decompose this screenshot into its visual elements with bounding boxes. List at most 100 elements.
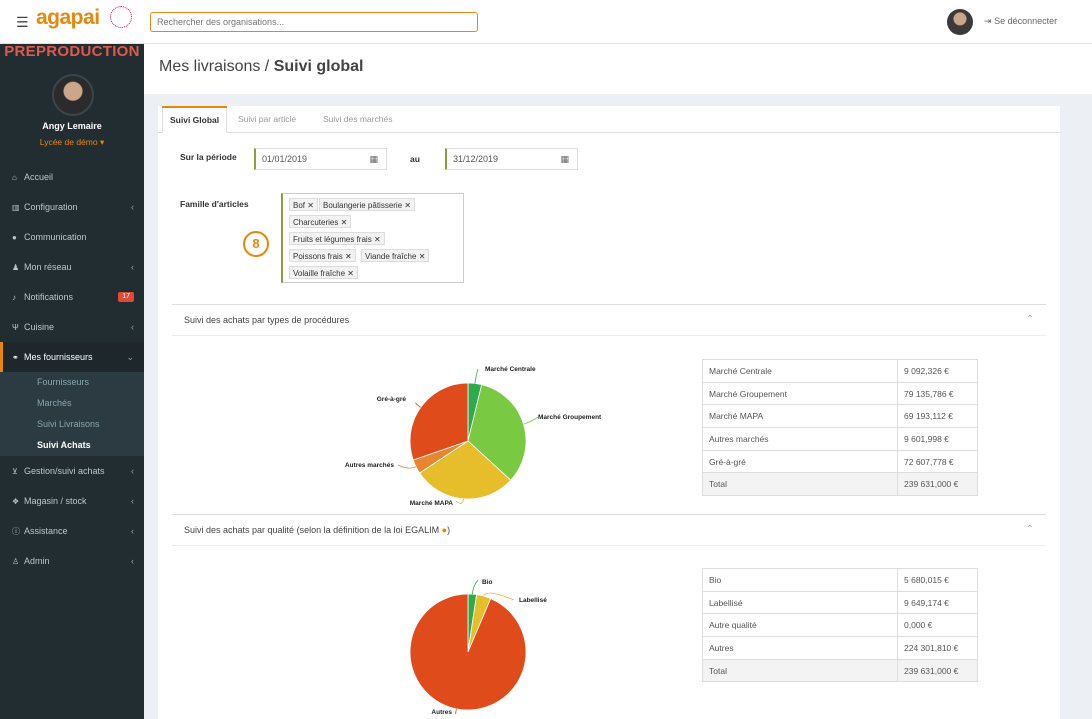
section-title: Suivi des achats par types de procédures: [184, 315, 350, 325]
sidebar-item-label: Cuisine: [24, 322, 55, 332]
logo-network-icon: [110, 6, 132, 28]
sidebar-item-notifications[interactable]: ♪ Notifications 17: [0, 282, 144, 312]
chevron-left-icon: ‹: [131, 526, 134, 536]
sidebar-subitem-suivi-achats[interactable]: Suivi Achats: [0, 435, 144, 456]
pie-label: Marché Groupement: [538, 414, 602, 421]
chevron-up-icon[interactable]: ⌃: [1026, 314, 1034, 325]
sidebar-item-magasin-stock[interactable]: ❖ Magasin / stock ‹: [0, 486, 144, 516]
date-to-field[interactable]: 31/12/2019 ▦: [445, 148, 578, 170]
sidebar-item-label: Accueil: [24, 172, 54, 182]
remove-icon[interactable]: ✕: [419, 252, 426, 261]
row-value: 72 607,778 €: [897, 449, 978, 474]
procedures-table: Marché Centrale 9 092,326 € Marché Groupem…: [702, 359, 978, 497]
page-title-bold: Suivi global: [273, 58, 364, 75]
cart-icon: ⊻: [12, 467, 18, 476]
tag-label: Volaille fraîche: [293, 269, 346, 278]
school-selector[interactable]: Lycée de démo ▾: [0, 137, 144, 148]
users-icon: ♟: [12, 263, 20, 272]
date-from-field[interactable]: 01/01/2019 ▦: [254, 148, 387, 170]
row-value: 69 193,112 €: [897, 404, 978, 429]
sidebar-item-admin[interactable]: ♙ Admin ‹: [0, 546, 144, 576]
family-multiselect[interactable]: Bof ✕ Boulangerie pâtisserie ✕ Charcuter…: [281, 193, 464, 283]
tab-suivi-par-article[interactable]: Suivi par article: [238, 106, 296, 133]
content-header: Mes livraisons / Suivi global: [144, 44, 1092, 94]
sidebar-subitem-marches[interactable]: Marchés: [0, 393, 144, 414]
sidebar-item-label: Gestion/suivi achats: [24, 466, 105, 476]
row-label: Marché Groupement: [702, 381, 898, 406]
sidebar-item-label: Magasin / stock: [24, 496, 87, 506]
remove-icon[interactable]: ✕: [341, 218, 348, 227]
tag-label: Fruits et légumes frais: [293, 235, 372, 244]
chevron-left-icon: ‹: [131, 262, 134, 272]
total-row: Total 239 631,000 €: [702, 472, 978, 497]
remove-icon[interactable]: ✕: [374, 235, 381, 244]
logout-icon: ⇥: [984, 16, 992, 26]
row-value: 79 135,786 €: [897, 381, 978, 406]
row-value: 9 649,174 €: [897, 590, 978, 615]
tag-label: Bof: [293, 201, 306, 210]
sidebar-item-accueil[interactable]: ⌂ Accueil: [0, 162, 144, 192]
tag-chip[interactable]: Boulangerie pâtisserie ✕: [319, 198, 416, 211]
pie-slice[interactable]: [409, 593, 527, 711]
remove-icon[interactable]: ✕: [404, 201, 411, 210]
remove-icon[interactable]: ✕: [307, 201, 314, 210]
to-label: au: [410, 154, 420, 164]
sidebar-item-gestion-achats[interactable]: ⊻ Gestion/suivi achats ‹: [0, 456, 144, 486]
tag-chip[interactable]: Volaille fraîche ✕: [289, 266, 358, 279]
row-value: 239 631,000 €: [897, 658, 978, 683]
tag-label: Charcuteries: [293, 218, 339, 227]
tag-chip[interactable]: Bof ✕: [289, 198, 318, 211]
remove-icon[interactable]: ✕: [345, 252, 352, 261]
sidebar-item-assistance[interactable]: ⓘ Assistance ‹: [0, 516, 144, 546]
sidebar-subitem-fournisseurs[interactable]: Fournisseurs: [0, 372, 144, 393]
section-procedures-header[interactable]: Suivi des achats par types de procédures…: [172, 304, 1046, 336]
tab-suivi-global[interactable]: Suivi Global: [162, 106, 228, 133]
chevron-left-icon: ‹: [131, 202, 134, 212]
table-row: Marché MAPA 69 193,112 €: [702, 404, 978, 429]
bell-icon: ♪: [12, 293, 16, 302]
remove-icon[interactable]: ✕: [347, 269, 354, 278]
sidebar-item-communication[interactable]: ● Communication: [0, 222, 144, 252]
sidebar-nav: ⌂ Accueil ▥ Configuration ‹ ● Communication …: [0, 162, 144, 576]
sidebar-item-cuisine[interactable]: Ψ Cuisine ‹: [0, 312, 144, 342]
chevron-left-icon: ‹: [131, 496, 134, 506]
row-value: 9 601,998 €: [897, 427, 978, 451]
environment-label: PREPRODUCTION: [4, 43, 140, 60]
row-value: 224 301,810 €: [897, 636, 978, 660]
table-row: Labellisé 9 649,174 €: [702, 590, 978, 615]
table-row: Gré-à-gré 72 607,778 €: [702, 449, 978, 474]
menu-toggle-icon[interactable]: ☰: [16, 14, 29, 31]
logout-label: Se déconnecter: [994, 16, 1058, 26]
tag-chip[interactable]: Charcuteries ✕: [289, 215, 352, 228]
tag-chip[interactable]: Poissons frais ✕: [289, 249, 356, 262]
sidebar-item-label: Admin: [24, 556, 50, 566]
cutlery-icon: Ψ: [12, 323, 19, 332]
sidebar-item-label: Mon réseau: [24, 262, 72, 272]
tab-suivi-des-marches[interactable]: Suivi des marchés: [323, 106, 392, 133]
calendar-icon[interactable]: ▦: [369, 149, 378, 169]
sidebar-item-mes-fournisseurs[interactable]: ⚭ Mes fournisseurs ⌄: [0, 342, 144, 372]
chevron-up-icon[interactable]: ⌃: [1026, 524, 1034, 535]
pie-label: Marché Centrale: [485, 366, 536, 373]
sidebar-subitem-suivi-livraisons[interactable]: Suivi Livraisons: [0, 414, 144, 435]
sidebar-item-mon-reseau[interactable]: ♟ Mon réseau ‹: [0, 252, 144, 282]
tag-chip[interactable]: Fruits et légumes frais ✕: [289, 232, 385, 245]
app-logo[interactable]: agapai: [36, 6, 100, 30]
section-quality-header[interactable]: Suivi des achats par qualité (selon la d…: [172, 514, 1046, 546]
tag-chip[interactable]: Viande fraîche ✕: [361, 249, 430, 262]
calendar-icon[interactable]: ▦: [560, 149, 569, 169]
table-row: Autre qualité 0,000 €: [702, 613, 978, 638]
quality-table: Bio 5 680,015 € Labellisé 9 649,174 € Autre …: [702, 568, 978, 683]
row-value: 0,000 €: [897, 613, 978, 638]
search-input[interactable]: [150, 12, 478, 32]
avatar[interactable]: [947, 9, 973, 35]
sidebar-item-configuration[interactable]: ▥ Configuration ‹: [0, 192, 144, 222]
row-label: Autre qualité: [702, 613, 898, 638]
row-label: Total: [702, 472, 898, 497]
logout-button[interactable]: ⇥ Se déconnecter: [984, 16, 1057, 27]
row-label: Autres: [702, 636, 898, 660]
row-label: Marché Centrale: [702, 359, 898, 383]
main-panel: Suivi Global Suivi par article Suivi des…: [158, 106, 1060, 719]
pie-leader-line: [474, 368, 479, 384]
row-label: Marché MAPA: [702, 404, 898, 429]
